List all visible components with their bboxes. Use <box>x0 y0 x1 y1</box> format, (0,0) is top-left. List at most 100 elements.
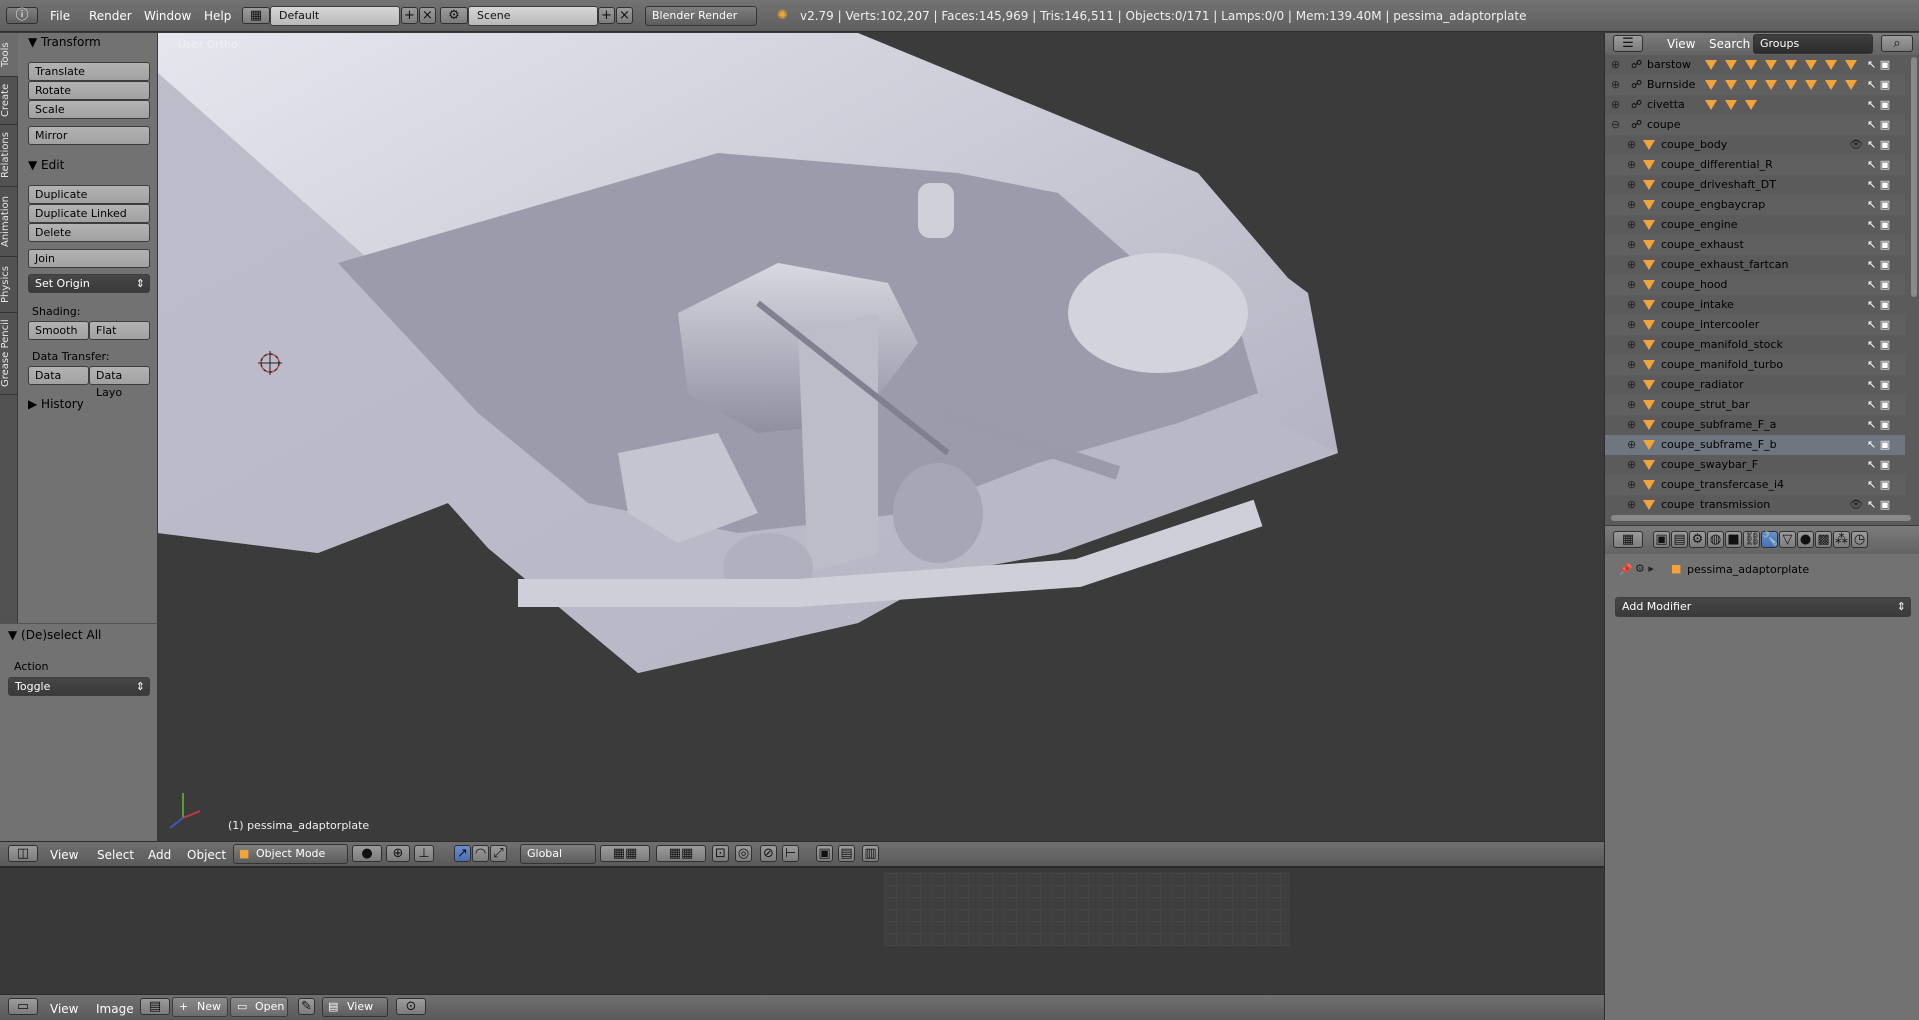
image-menu[interactable]: Image <box>96 1002 134 1016</box>
restrict-select-render-icons[interactable]: ↖ ▣ <box>1867 295 1890 315</box>
outliner-hscrollbar[interactable] <box>1611 515 1911 521</box>
expand-icon[interactable]: ⊕ <box>1627 255 1636 275</box>
manipulator-toggle-icon[interactable]: ⊥ <box>414 845 434 862</box>
action-dropdown[interactable]: Toggle ⇕ <box>8 677 150 696</box>
new-image-button[interactable]: + New <box>172 997 228 1017</box>
object-tab-icon[interactable]: ■ <box>1725 531 1742 548</box>
history-panel-header[interactable]: ▶ History <box>28 397 84 411</box>
outliner-object-row[interactable]: ⊕ coupe_exhaust_fartcan ↖ ▣ <box>1605 255 1905 275</box>
scale-button[interactable]: Scale <box>28 100 150 119</box>
restrict-select-render-icons[interactable]: ↖ ▣ <box>1867 355 1890 375</box>
layers-grid-b[interactable]: ▦▦ <box>656 845 706 862</box>
translate-manipulator-icon[interactable]: ↗ <box>454 845 471 862</box>
pivot-icon[interactable]: ⊙ <box>396 998 426 1015</box>
smooth-button[interactable]: Smooth <box>28 321 89 340</box>
restrict-select-render-icons[interactable]: ↖ ▣ <box>1867 335 1890 355</box>
visibility-icon[interactable]: 👁 <box>1849 135 1863 155</box>
expand-icon[interactable]: ⊕ <box>1627 315 1636 335</box>
image-editor-area[interactable] <box>0 866 1604 994</box>
restrict-select-render-icons[interactable]: ↖ ▣ <box>1867 75 1890 95</box>
outliner-object-row[interactable]: ⊕ coupe_transfercase_i4 ↖ ▣ <box>1605 475 1905 495</box>
expand-icon[interactable]: ⊖ <box>1611 115 1620 135</box>
pivot-point-icon[interactable]: ⊕ <box>386 845 410 862</box>
outliner-display-mode[interactable]: Groups <box>1753 34 1873 54</box>
outliner-object-row[interactable]: ⊕ coupe_subframe_F_b ↖ ▣ <box>1605 435 1905 455</box>
transform-panel-header[interactable]: ▼ Transform <box>28 35 101 49</box>
outliner-view-menu[interactable]: View <box>1667 37 1695 51</box>
remove-scene-button[interactable]: × <box>616 7 633 24</box>
scene-field[interactable]: Scene <box>468 6 598 26</box>
snap-element-icon[interactable]: ⊢ <box>782 845 799 862</box>
expand-icon[interactable]: ⊕ <box>1627 175 1636 195</box>
outliner-object-row[interactable]: ⊕ coupe_hood ↖ ▣ <box>1605 275 1905 295</box>
orientation-dropdown[interactable]: Global <box>520 844 596 864</box>
add-scene-button[interactable]: + <box>598 7 615 24</box>
restrict-select-render-icons[interactable]: ↖ ▣ <box>1867 275 1890 295</box>
outliner-object-row[interactable]: ⊕ coupe_exhaust ↖ ▣ <box>1605 235 1905 255</box>
material-tab-icon[interactable]: ● <box>1797 531 1814 548</box>
add-modifier-dropdown[interactable]: Add Modifier ⇕ <box>1615 597 1911 617</box>
restrict-select-render-icons[interactable]: ↖ ▣ <box>1867 55 1890 75</box>
screen-layout-field[interactable]: Default <box>270 6 400 26</box>
outliner-object-row[interactable]: ⊕ coupe_intercooler ↖ ▣ <box>1605 315 1905 335</box>
particles-tab-icon[interactable]: ⁂ <box>1833 531 1850 548</box>
tab-animation[interactable]: Animation <box>0 187 18 257</box>
delete-button[interactable]: Delete <box>28 223 150 242</box>
mode-dropdown[interactable]: ■ Object Mode <box>233 844 348 864</box>
image-view-mode-dropdown[interactable]: ▤ View <box>322 997 388 1017</box>
expand-icon[interactable]: ⊕ <box>1627 215 1636 235</box>
restrict-select-render-icons[interactable]: ↖ ▣ <box>1867 415 1890 435</box>
expand-icon[interactable]: ⊕ <box>1611 55 1620 75</box>
outliner-object-row[interactable]: ⊕ coupe_engbaycrap ↖ ▣ <box>1605 195 1905 215</box>
expand-icon[interactable]: ⊕ <box>1627 335 1636 355</box>
tab-relations[interactable]: Relations <box>0 125 18 187</box>
physics-tab-icon[interactable]: ◷ <box>1851 531 1868 548</box>
object-menu[interactable]: Object <box>187 848 226 862</box>
outliner-object-row[interactable]: ⊕ coupe_transmission 👁 ↖ ▣ <box>1605 495 1905 510</box>
remove-layout-button[interactable]: × <box>419 7 436 24</box>
restrict-select-render-icons[interactable]: ↖ ▣ <box>1867 255 1890 275</box>
menu-render[interactable]: Render <box>89 9 132 23</box>
scene-icon[interactable]: ⚙ <box>440 7 468 24</box>
restrict-select-render-icons[interactable]: ↖ ▣ <box>1867 175 1890 195</box>
restrict-select-render-icons[interactable]: ↖ ▣ <box>1867 495 1890 510</box>
outliner-object-row[interactable]: ⊕ coupe_subframe_F_a ↖ ▣ <box>1605 415 1905 435</box>
render-clip-icon[interactable]: ▥ <box>862 845 879 862</box>
operator-title[interactable]: ▼ (De)select All <box>8 628 101 642</box>
outliner-search-icon[interactable]: ⌕ <box>1881 35 1913 52</box>
image-editor-type-icon[interactable]: ▭ <box>8 998 38 1015</box>
tab-create[interactable]: Create <box>0 77 18 125</box>
restrict-select-render-icons[interactable]: ↖ ▣ <box>1867 115 1890 135</box>
image-browse-icon[interactable]: ▤ <box>140 998 170 1015</box>
outliner-group-row[interactable]: ⊕ ☍ Burnside ↖ ▣ <box>1605 75 1905 95</box>
flat-button[interactable]: Flat <box>89 321 150 340</box>
scale-manipulator-icon[interactable]: ⤢ <box>490 845 507 862</box>
expand-icon[interactable]: ⊕ <box>1627 475 1636 495</box>
rotate-button[interactable]: Rotate <box>28 81 150 100</box>
info-editor-type-icon[interactable]: ⓘ <box>6 7 38 24</box>
outliner-group-row[interactable]: ⊕ ☍ barstow ↖ ▣ <box>1605 55 1905 75</box>
restrict-select-render-icons[interactable]: ↖ ▣ <box>1867 475 1890 495</box>
editor-type-icon[interactable]: ◫ <box>8 845 38 862</box>
add-layout-button[interactable]: + <box>401 7 418 24</box>
restrict-select-render-icons[interactable]: ↖ ▣ <box>1867 235 1890 255</box>
outliner-object-row[interactable]: ⊕ coupe_intake ↖ ▣ <box>1605 295 1905 315</box>
tab-grease-pencil[interactable]: Grease Pencil <box>0 313 18 395</box>
texture-tab-icon[interactable]: ▩ <box>1815 531 1832 548</box>
expand-icon[interactable]: ⊕ <box>1627 415 1636 435</box>
tab-physics[interactable]: Physics <box>0 257 18 313</box>
expand-icon[interactable]: ⊕ <box>1627 455 1636 475</box>
outliner-scrollbar[interactable] <box>1911 57 1917 297</box>
outliner-object-row[interactable]: ⊕ coupe_engine ↖ ▣ <box>1605 215 1905 235</box>
menu-file[interactable]: File <box>50 9 70 23</box>
outliner-group-row[interactable]: ⊖ ☍ coupe ↖ ▣ <box>1605 115 1905 135</box>
menu-help[interactable]: Help <box>204 9 231 23</box>
properties-editor-type-icon[interactable]: ▦ <box>1613 531 1643 548</box>
outliner-editor-type-icon[interactable]: ☰ <box>1613 35 1643 52</box>
restrict-select-render-icons[interactable]: ↖ ▣ <box>1867 155 1890 175</box>
expand-icon[interactable]: ⊕ <box>1627 395 1636 415</box>
scene-tab-icon[interactable]: ⚙ <box>1689 531 1706 548</box>
select-menu[interactable]: Select <box>97 848 134 862</box>
restrict-select-render-icons[interactable]: ↖ ▣ <box>1867 315 1890 335</box>
outliner-object-row[interactable]: ⊕ coupe_swaybar_F ↖ ▣ <box>1605 455 1905 475</box>
